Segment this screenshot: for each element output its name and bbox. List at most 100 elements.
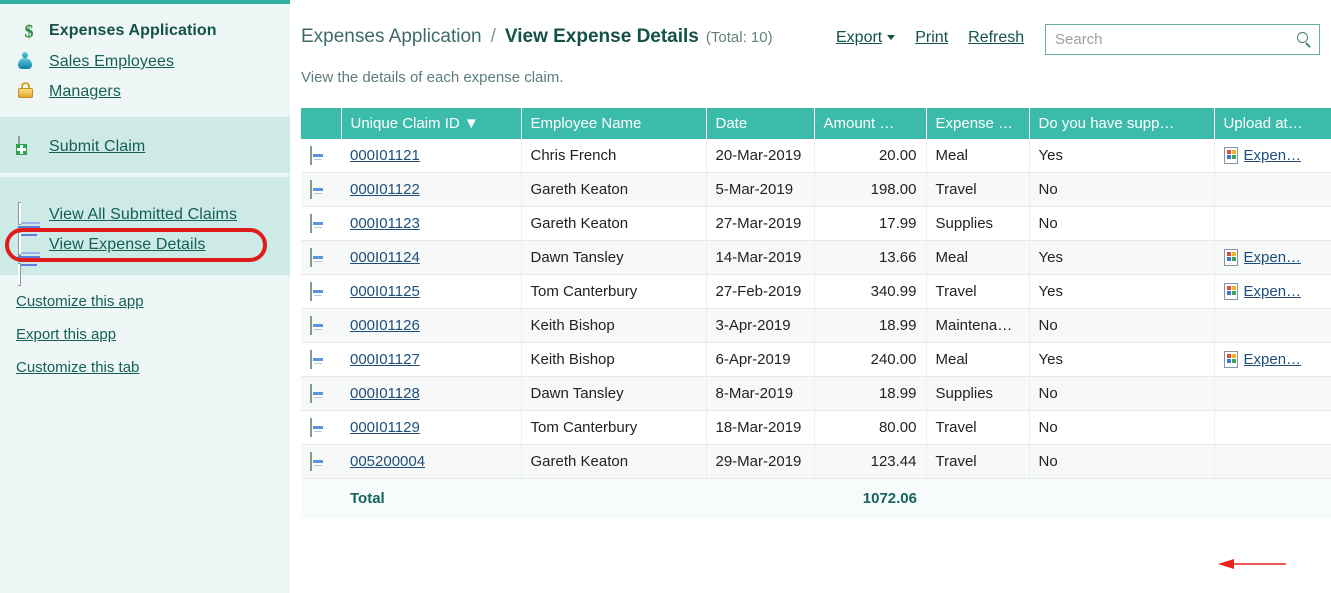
record-icon[interactable] (310, 418, 312, 437)
claim-id-link[interactable]: 000I01121 (350, 147, 420, 164)
attachment[interactable]: Expen… (1224, 249, 1322, 266)
cell-claim-id[interactable]: 000I01123 (341, 207, 521, 241)
search-input[interactable] (1053, 30, 1297, 49)
claim-id-link[interactable]: 000I01128 (350, 385, 420, 402)
table-row[interactable]: 000I01127Keith Bishop6-Apr-2019240.00Mea… (301, 343, 1331, 377)
claim-id-link[interactable]: 000I01124 (350, 249, 420, 266)
row-record-icon-cell[interactable] (301, 275, 341, 309)
cell-supporting-docs: No (1029, 377, 1214, 411)
table-header-date[interactable]: Date (706, 108, 814, 139)
cell-claim-id[interactable]: 000I01121 (341, 139, 521, 173)
cell-attachment[interactable]: Expen… (1214, 241, 1331, 275)
cell-expense-type: Supplies (926, 377, 1029, 411)
refresh-button[interactable]: Refresh (968, 29, 1024, 47)
table-row[interactable]: 005200004Gareth Keaton29-Mar-2019123.44T… (301, 445, 1331, 479)
breadcrumb-separator: / (491, 26, 496, 48)
record-icon[interactable] (310, 452, 312, 471)
cell-claim-id[interactable]: 000I01124 (341, 241, 521, 275)
table-row[interactable]: 000I01124Dawn Tansley14-Mar-201913.66Mea… (301, 241, 1331, 275)
search-icon[interactable] (1297, 32, 1312, 47)
table-header-supporting-docs[interactable]: Do you have supp… (1029, 108, 1214, 139)
claim-id-link[interactable]: 000I01127 (350, 351, 420, 368)
claim-id-link[interactable]: 000I01126 (350, 317, 420, 334)
cell-claim-id[interactable]: 000I01125 (341, 275, 521, 309)
row-record-icon-cell[interactable] (301, 309, 341, 343)
cell-claim-id[interactable]: 000I01127 (341, 343, 521, 377)
sidebar-item-export-this-app[interactable]: Export this app (16, 321, 116, 347)
record-icon[interactable] (310, 316, 312, 335)
attachment-link[interactable]: Expen… (1244, 283, 1302, 300)
sidebar-item-customize-this-app[interactable]: Customize this app (16, 288, 144, 314)
claim-id-link[interactable]: 000I01123 (350, 215, 420, 232)
attachment[interactable]: Expen… (1224, 351, 1322, 368)
table-row[interactable]: 000I01126Keith Bishop3-Apr-201918.99Main… (301, 309, 1331, 343)
record-icon[interactable] (310, 146, 312, 165)
table-row[interactable]: 000I01128Dawn Tansley8-Mar-201918.99Supp… (301, 377, 1331, 411)
export-button[interactable]: Export (836, 29, 895, 47)
sidebar-item-view-all-submitted-claims[interactable]: View All Submitted Claims (18, 202, 237, 228)
cell-attachment[interactable]: Expen… (1214, 275, 1331, 309)
cell-amount: 240.00 (814, 343, 926, 377)
row-record-icon-cell[interactable] (301, 445, 341, 479)
attachment[interactable]: Expen… (1224, 283, 1322, 300)
row-record-icon-cell[interactable] (301, 139, 341, 173)
cell-claim-id[interactable]: 005200004 (341, 445, 521, 479)
attachment[interactable]: Expen… (1224, 147, 1322, 164)
cell-attachment[interactable]: Expen… (1214, 139, 1331, 173)
table-row[interactable]: 000I01123Gareth Keaton27-Mar-201917.99Su… (301, 207, 1331, 241)
cell-claim-id[interactable]: 000I01122 (341, 173, 521, 207)
attachment-link[interactable]: Expen… (1244, 351, 1302, 368)
table-row[interactable]: 000I01122Gareth Keaton5-Mar-2019198.00Tr… (301, 173, 1331, 207)
record-icon[interactable] (310, 282, 312, 301)
search-box[interactable] (1045, 24, 1320, 55)
cell-expense-type: Meal (926, 241, 1029, 275)
record-icon[interactable] (310, 248, 312, 267)
claim-id-link[interactable]: 000I01122 (350, 181, 420, 198)
sidebar-item-submit-claim[interactable]: Submit Claim (18, 134, 145, 160)
record-icon[interactable] (310, 350, 312, 369)
claim-id-link[interactable]: 000I01129 (350, 419, 420, 436)
row-record-icon-cell[interactable] (301, 411, 341, 445)
claim-id-link[interactable]: 000I01125 (350, 283, 420, 300)
cell-claim-id[interactable]: 000I01126 (341, 309, 521, 343)
table-header-expense-type[interactable]: Expense … (926, 108, 1029, 139)
cell-attachment[interactable]: Expen… (1214, 343, 1331, 377)
row-record-icon-cell[interactable] (301, 241, 341, 275)
sidebar-item-managers[interactable]: Managers (18, 79, 121, 105)
claim-id-link[interactable]: 005200004 (350, 453, 425, 470)
table-header-upload-attachment[interactable]: Upload at… (1214, 108, 1331, 139)
breadcrumb-app-link[interactable]: Expenses Application (301, 26, 482, 48)
cell-employee-name: Dawn Tansley (521, 241, 706, 275)
total-amount: 1072.06 (814, 479, 926, 519)
cell-claim-id[interactable]: 000I01129 (341, 411, 521, 445)
cell-claim-id[interactable]: 000I01128 (341, 377, 521, 411)
sidebar-item-customize-this-tab[interactable]: Customize this tab (16, 354, 139, 380)
record-icon[interactable] (310, 384, 312, 403)
sidebar-item-view-expense-details[interactable]: View Expense Details (18, 232, 205, 258)
table-row[interactable]: 000I01125Tom Canterbury27-Feb-2019340.99… (301, 275, 1331, 309)
print-button[interactable]: Print (915, 29, 948, 47)
sidebar-item-label: View All Submitted Claims (49, 206, 237, 224)
table-row[interactable]: 000I01121Chris French20-Mar-201920.00Mea… (301, 139, 1331, 173)
sidebar-item-sales-employees[interactable]: Sales Employees (18, 49, 174, 75)
action-toolbar: Export Print Refresh (836, 29, 1024, 47)
row-record-icon-cell[interactable] (301, 207, 341, 241)
cell-amount: 340.99 (814, 275, 926, 309)
cell-amount: 13.66 (814, 241, 926, 275)
record-icon[interactable] (310, 214, 312, 233)
row-record-icon-cell[interactable] (301, 173, 341, 207)
table-header-claim-id[interactable]: Unique Claim ID ▼ (341, 108, 521, 139)
record-icon[interactable] (310, 180, 312, 199)
sidebar-tool-label: Export this app (16, 326, 116, 343)
row-record-icon-cell[interactable] (301, 343, 341, 377)
table-row[interactable]: 000I01129Tom Canterbury18-Mar-201980.00T… (301, 411, 1331, 445)
row-record-icon-cell[interactable] (301, 377, 341, 411)
cell-employee-name: Tom Canterbury (521, 411, 706, 445)
attachment-link[interactable]: Expen… (1244, 249, 1302, 266)
cell-date: 20-Mar-2019 (706, 139, 814, 173)
table-header-employee-name[interactable]: Employee Name (521, 108, 706, 139)
attachment-link[interactable]: Expen… (1244, 147, 1302, 164)
cell-supporting-docs: Yes (1029, 241, 1214, 275)
table-body: 000I01121Chris French20-Mar-201920.00Mea… (301, 139, 1331, 479)
table-header-amount[interactable]: Amount … (814, 108, 926, 139)
